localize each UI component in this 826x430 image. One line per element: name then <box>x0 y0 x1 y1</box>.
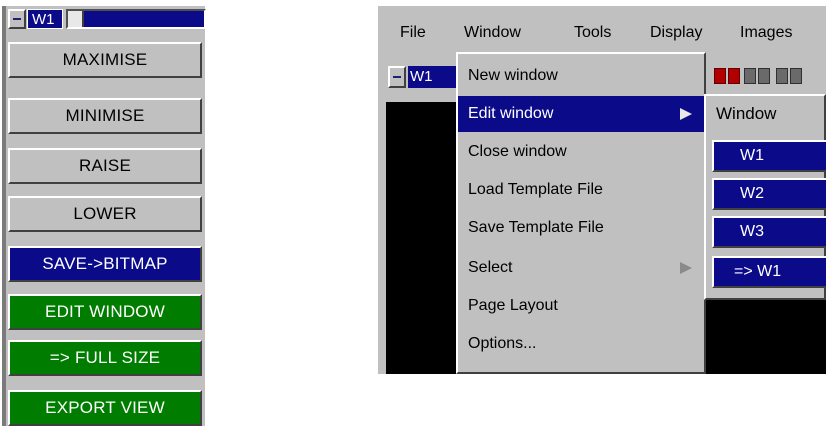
play-back-icon[interactable] <box>776 68 788 84</box>
panel-header: W1 <box>6 6 206 36</box>
edit-window-button[interactable]: EDIT WINDOW <box>8 294 202 330</box>
minimize-toggle-button[interactable] <box>8 9 26 29</box>
panel-edge <box>2 6 6 426</box>
pause-icon[interactable] <box>790 68 802 84</box>
toolbar-icons <box>714 68 824 86</box>
menu-item-label: Select <box>468 259 513 276</box>
menu-images[interactable]: Images <box>740 24 792 42</box>
full-size-button[interactable]: => FULL SIZE <box>8 340 202 376</box>
scrollbar-handle[interactable] <box>68 11 84 27</box>
submenu-title: Window <box>716 104 777 123</box>
submenu-arrow-icon <box>680 108 692 120</box>
rewind-icon[interactable] <box>744 68 756 84</box>
menu-item-edit-window[interactable]: Edit window <box>458 96 704 132</box>
menu-item-label: Load Template File <box>468 181 603 198</box>
submenu-arrow-icon <box>680 262 692 274</box>
menu-item-save-template[interactable]: Save Template File <box>458 210 704 246</box>
minimize-toggle-button[interactable] <box>388 66 406 88</box>
menu-item-label: Edit window <box>468 105 554 122</box>
menu-file[interactable]: File <box>400 24 426 42</box>
menu-tools[interactable]: Tools <box>574 24 611 42</box>
window-control-panel: W1 MAXIMISE MINIMISE RAISE LOWER SAVE->B… <box>2 6 206 426</box>
menu-bar: File Window Tools Display Images <box>378 10 826 56</box>
raise-button[interactable]: RAISE <box>8 148 202 184</box>
submenu-item-w1[interactable]: W1 <box>712 140 826 172</box>
submenu-item-w2[interactable]: W2 <box>712 178 826 210</box>
menu-item-load-template[interactable]: Load Template File <box>458 172 704 208</box>
save-bitmap-button[interactable]: SAVE->BITMAP <box>8 246 202 282</box>
menu-display[interactable]: Display <box>650 24 702 42</box>
edit-window-submenu: Window W1 W2 W3 => W1 <box>704 94 826 300</box>
maximise-button[interactable]: MAXIMISE <box>8 42 202 78</box>
menu-item-close-window[interactable]: Close window <box>458 134 704 170</box>
menu-item-page-layout[interactable]: Page Layout <box>458 288 704 324</box>
menu-item-label: New window <box>468 67 558 84</box>
menu-item-options[interactable]: Options... <box>458 326 704 362</box>
menu-item-label: Options... <box>468 335 537 352</box>
minimise-button[interactable]: MINIMISE <box>8 98 202 134</box>
record-icon[interactable] <box>728 68 740 84</box>
step-back-icon[interactable] <box>758 68 770 84</box>
menu-item-label: Save Template File <box>468 219 604 236</box>
menu-item-label: Close window <box>468 143 567 160</box>
window-scrollbar[interactable] <box>66 9 206 29</box>
menu-item-select[interactable]: Select <box>458 250 704 286</box>
lower-button[interactable]: LOWER <box>8 196 202 232</box>
menu-window[interactable]: Window <box>464 24 521 42</box>
export-view-button[interactable]: EXPORT VIEW <box>8 390 202 426</box>
menu-item-label: Page Layout <box>468 297 558 314</box>
window-menu-dropdown: New window Edit window Close window Load… <box>456 52 706 374</box>
submenu-item-w3[interactable]: W3 <box>712 216 826 248</box>
menu-item-new-window[interactable]: New window <box>458 58 704 94</box>
submenu-item-current-w1[interactable]: => W1 <box>712 256 826 288</box>
record-icon[interactable] <box>714 68 726 84</box>
window-tab-w1[interactable]: W1 <box>27 9 63 29</box>
